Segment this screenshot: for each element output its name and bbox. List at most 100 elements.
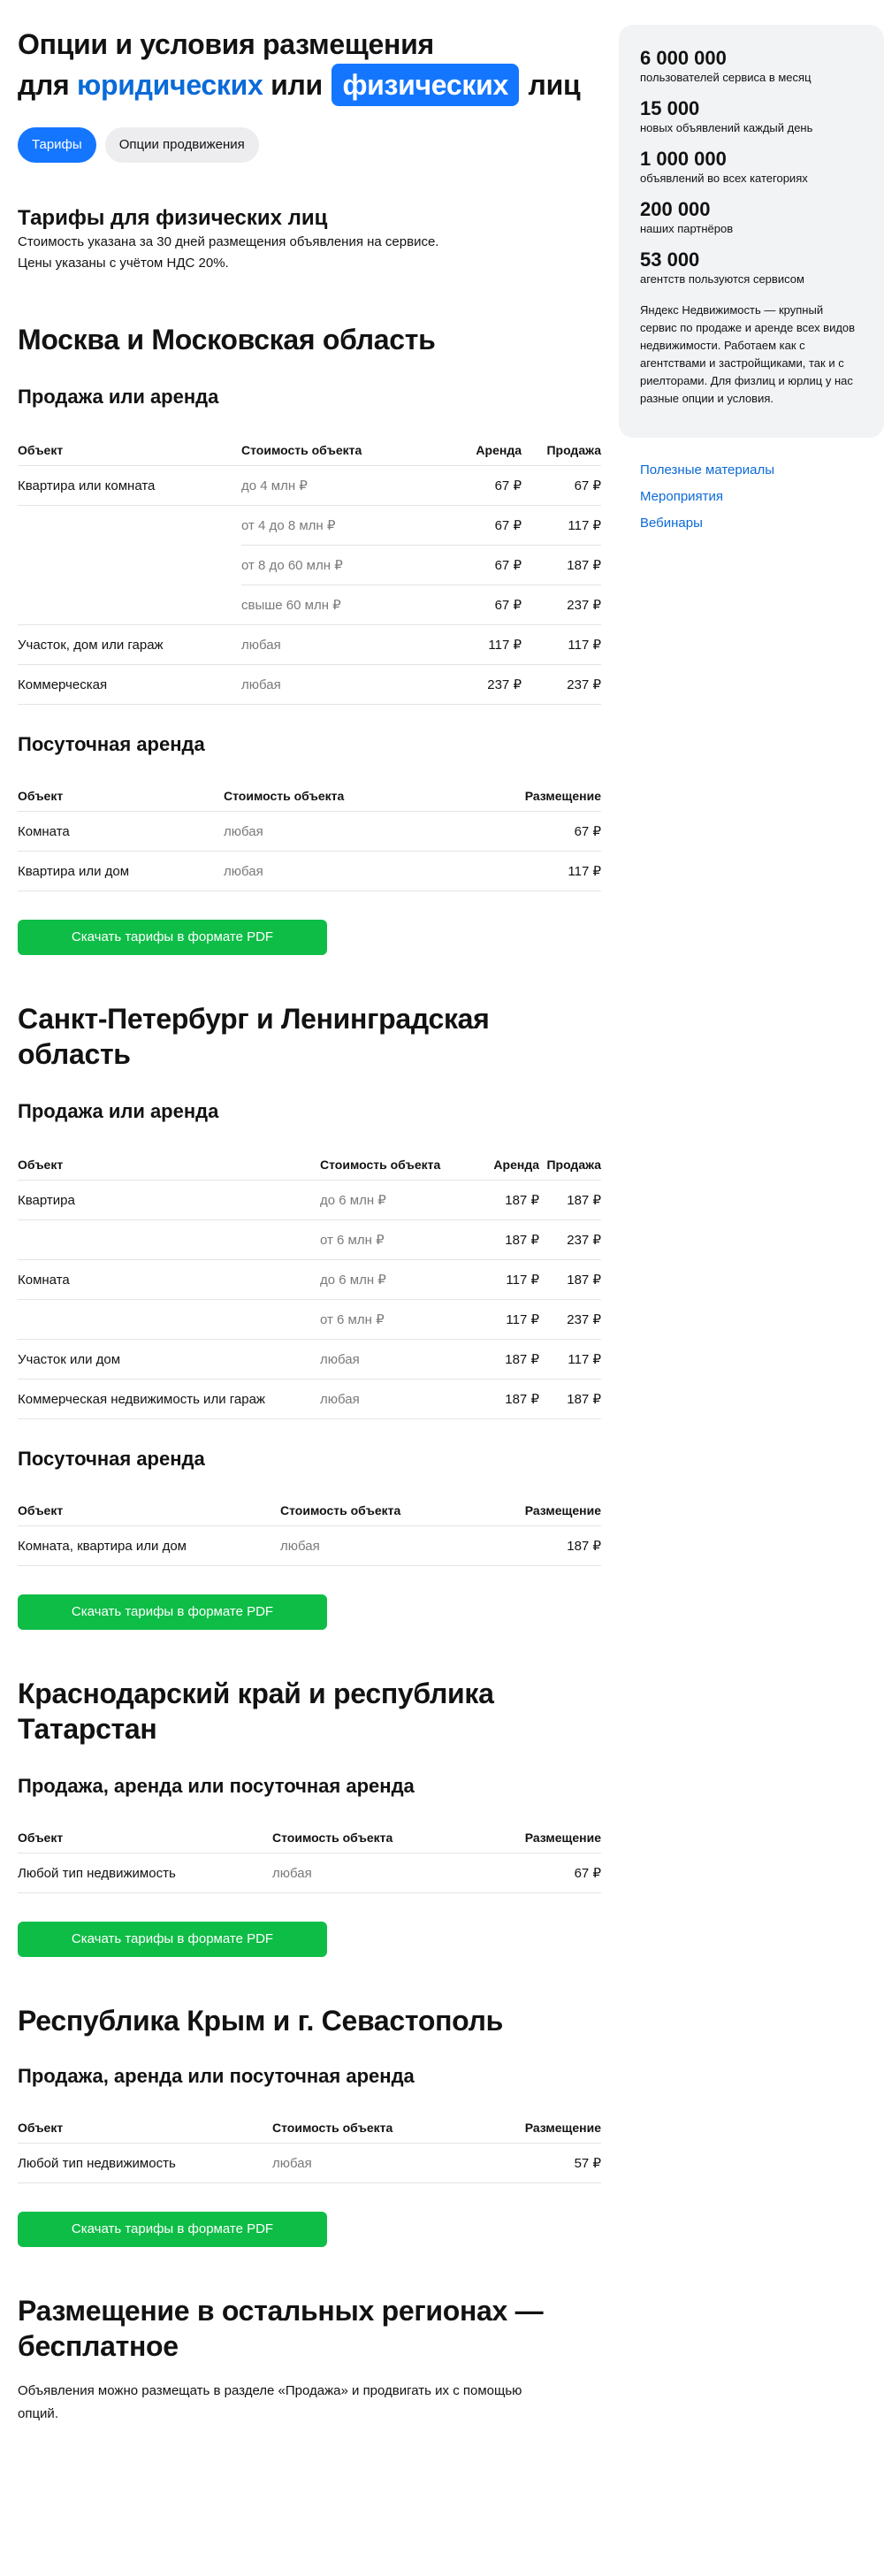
cell-cost: до 4 млн ₽	[241, 465, 433, 506]
download-pdf-button-crimea[interactable]: Скачать тарифы в формате PDF	[18, 2212, 327, 2247]
region-title-other: Размещение в остальных регионах — беспла…	[18, 2293, 601, 2364]
individual-persons-pill[interactable]: физических	[332, 64, 519, 106]
cell-object	[18, 506, 241, 546]
column-header-cost: Стоимость объекта	[280, 1495, 486, 1526]
column-header-placement: Размещение	[486, 781, 601, 812]
other-regions-text: Объявления можно размещать в разделе «Пр…	[18, 2380, 601, 2426]
individual-tariffs-note-1: Стоимость указана за 30 дней размещения …	[18, 234, 439, 249]
table-row: Участок или дом любая 187 ₽ 117 ₽	[18, 1339, 601, 1380]
cell-cost: любая	[272, 1853, 486, 1893]
individual-tariffs-title: Тарифы для физических лиц	[18, 206, 328, 230]
cell-cost: до 6 млн ₽	[320, 1259, 461, 1300]
cell-cost: от 8 до 60 млн ₽	[241, 545, 433, 585]
column-header-cost: Стоимость объекта	[224, 781, 486, 812]
individual-tariffs-note-2: Цены указаны с учётом НДС 20%.	[18, 256, 229, 271]
cell-object: Квартира	[18, 1180, 320, 1220]
table-row: Квартира или комната до 4 млн ₽ 67 ₽ 67 …	[18, 465, 601, 506]
table-row: от 6 млн ₽ 117 ₽ 237 ₽	[18, 1299, 601, 1340]
table-krasnodar: Объект Стоимость объекта Размещение Любо…	[18, 1823, 601, 1893]
section-crimea: Республика Крым и г. Севастополь Продажа…	[18, 2003, 601, 2247]
hero-or: или	[271, 69, 323, 101]
cell-rent: 67 ₽	[433, 585, 522, 625]
column-header-sale: Продажа	[539, 1150, 601, 1181]
block-title-krasnodar: Продажа, аренда или посуточная аренда	[18, 1775, 415, 1797]
stat-label: пользователей сервиса в месяц	[640, 71, 812, 84]
individual-tariffs-section: Тарифы для физических лиц Стоимость указ…	[18, 205, 601, 274]
column-header-object: Объект	[18, 1823, 272, 1854]
stat-value: 6 000 000	[640, 47, 727, 69]
stat-value: 200 000	[640, 198, 711, 220]
stat-label: новых объявлений каждый день	[640, 121, 813, 134]
block-title-moscow-daily: Посуточная аренда	[18, 733, 205, 755]
tab-promotion-options[interactable]: Опции продвижения	[104, 127, 259, 163]
cell-cost: любая	[241, 624, 433, 665]
cell-object: Комната	[18, 811, 224, 852]
cell-object: Участок или дом	[18, 1339, 320, 1380]
cell-sale: 187 ₽	[539, 1180, 601, 1220]
cell-rent: 67 ₽	[433, 545, 522, 585]
stat-value: 1 000 000	[640, 148, 727, 170]
cell-sale: 187 ₽	[522, 545, 601, 585]
table-row: Коммерческая любая 237 ₽ 237 ₽	[18, 664, 601, 705]
stats-panel: 6 000 000 пользователей сервиса в месяц …	[619, 25, 884, 438]
region-title-moscow: Москва и Московская область	[18, 324, 436, 355]
cell-rent: 237 ₽	[433, 664, 522, 705]
column-header-object: Объект	[18, 2113, 272, 2144]
cell-cost: свыше 60 млн ₽	[241, 585, 433, 625]
column-header-rent: Аренда	[461, 1150, 539, 1181]
region-title-krasnodar-line1: Краснодарский край и республика	[18, 1678, 494, 1709]
download-pdf-button-moscow[interactable]: Скачать тарифы в формате PDF	[18, 920, 327, 955]
table-row: от 4 до 8 млн ₽ 67 ₽ 117 ₽	[18, 505, 601, 546]
section-moscow: Москва и Московская область Продажа или …	[18, 322, 601, 955]
region-title-krasnodar-line2: Татарстан	[18, 1713, 157, 1745]
link-webinars[interactable]: Вебинары	[640, 510, 884, 537]
cell-rent: 117 ₽	[461, 1299, 539, 1340]
stat-item: 15 000 новых объявлений каждый день	[640, 96, 863, 134]
download-pdf-button-krasnodar[interactable]: Скачать тарифы в формате PDF	[18, 1922, 327, 1957]
cell-sale: 187 ₽	[539, 1259, 601, 1300]
legal-persons-link[interactable]: юридических	[77, 69, 263, 101]
table-row: Коммерческая недвижимость или гараж люба…	[18, 1379, 601, 1419]
block-title-spb-sale: Продажа или аренда	[18, 1100, 219, 1122]
download-pdf-button-spb[interactable]: Скачать тарифы в формате PDF	[18, 1594, 327, 1630]
hero-line1: Опции и условия размещения	[18, 28, 434, 60]
cell-cost: до 6 млн ₽	[320, 1180, 461, 1220]
cell-placement: 117 ₽	[486, 851, 601, 891]
column-header-cost: Стоимость объекта	[272, 1823, 486, 1854]
cell-cost: от 6 млн ₽	[320, 1299, 461, 1340]
table-row: от 6 млн ₽ 187 ₽ 237 ₽	[18, 1219, 601, 1260]
cell-rent: 67 ₽	[433, 465, 522, 506]
sidebar: 6 000 000 пользователей сервиса в месяц …	[619, 25, 884, 537]
column-header-cost: Стоимость объекта	[241, 435, 433, 466]
link-events[interactable]: Мероприятия	[640, 484, 884, 510]
cell-sale: 117 ₽	[522, 505, 601, 546]
cell-sale: 117 ₽	[522, 624, 601, 665]
region-title-other-line2: бесплатное	[18, 2330, 179, 2362]
cell-sale: 117 ₽	[539, 1339, 601, 1380]
column-header-cost: Стоимость объекта	[272, 2113, 486, 2144]
cell-rent: 187 ₽	[461, 1379, 539, 1419]
table-crimea: Объект Стоимость объекта Размещение Любо…	[18, 2113, 601, 2183]
region-title-spb-line1: Санкт-Петербург и Ленинградская	[18, 1003, 490, 1035]
cell-object: Коммерческая	[18, 664, 241, 705]
cell-object: Квартира или комната	[18, 465, 241, 506]
cell-placement: 57 ₽	[486, 2143, 601, 2183]
cell-placement: 187 ₽	[486, 1525, 601, 1566]
column-header-object: Объект	[18, 1495, 280, 1526]
tabs: Тарифы Опции продвижения	[18, 127, 601, 163]
section-krasnodar: Краснодарский край и республика Татарста…	[18, 1676, 601, 1957]
tab-tariffs[interactable]: Тарифы	[18, 127, 96, 163]
cell-cost: любая	[320, 1379, 461, 1419]
stat-label: агентств пользуются сервисом	[640, 272, 804, 286]
hero-for: для	[18, 69, 70, 101]
table-row: свыше 60 млн ₽ 67 ₽ 237 ₽	[18, 585, 601, 625]
link-useful-materials[interactable]: Полезные материалы	[640, 457, 884, 484]
stat-value: 53 000	[640, 248, 700, 271]
table-row: от 8 до 60 млн ₽ 67 ₽ 187 ₽	[18, 545, 601, 585]
table-spb-sale: Объект Стоимость объекта Аренда Продажа …	[18, 1150, 601, 1419]
block-title-moscow-sale: Продажа или аренда	[18, 386, 219, 408]
hero-persons: лиц	[528, 69, 581, 101]
cell-sale: 67 ₽	[522, 465, 601, 506]
cell-placement: 67 ₽	[486, 1853, 601, 1893]
column-header-placement: Размещение	[486, 2113, 601, 2144]
